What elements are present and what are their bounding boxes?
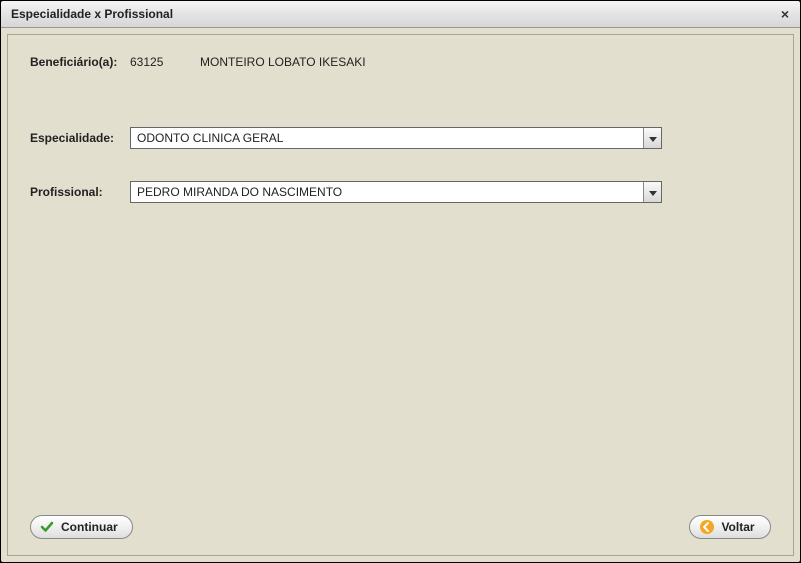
especialidade-dropdown-button[interactable] xyxy=(643,128,661,148)
continuar-button[interactable]: Continuar xyxy=(30,515,133,539)
profissional-row: Profissional: PEDRO MIRANDA DO NASCIMENT… xyxy=(30,181,771,203)
especialidade-label: Especialidade: xyxy=(30,131,130,145)
close-button[interactable]: × xyxy=(777,6,793,22)
beneficiario-name: MONTEIRO LOBATO IKESAKI xyxy=(200,55,366,69)
profissional-value: PEDRO MIRANDA DO NASCIMENTO xyxy=(131,182,643,202)
especialidade-value: ODONTO CLINICA GERAL xyxy=(131,128,643,148)
profissional-dropdown-button[interactable] xyxy=(643,182,661,202)
voltar-button[interactable]: Voltar xyxy=(689,515,771,539)
footer: Continuar Voltar xyxy=(30,507,771,541)
titlebar: Especialidade x Profissional × xyxy=(1,1,800,28)
check-icon xyxy=(39,519,55,535)
voltar-label: Voltar xyxy=(721,520,754,534)
content-panel: Beneficiário(a): 63125 MONTEIRO LOBATO I… xyxy=(7,34,794,556)
chevron-down-icon xyxy=(649,183,657,201)
window-title: Especialidade x Profissional xyxy=(11,7,173,21)
beneficiario-label: Beneficiário(a): xyxy=(30,55,130,69)
beneficiario-id: 63125 xyxy=(130,55,200,69)
close-icon: × xyxy=(781,6,789,22)
back-arrow-icon xyxy=(699,519,715,535)
chevron-down-icon xyxy=(649,129,657,147)
dialog: Especialidade x Profissional × Beneficiá… xyxy=(0,0,801,563)
continuar-label: Continuar xyxy=(61,520,118,534)
beneficiario-row: Beneficiário(a): 63125 MONTEIRO LOBATO I… xyxy=(30,55,771,69)
profissional-combobox[interactable]: PEDRO MIRANDA DO NASCIMENTO xyxy=(130,181,662,203)
profissional-label: Profissional: xyxy=(30,185,130,199)
especialidade-row: Especialidade: ODONTO CLINICA GERAL xyxy=(30,127,771,149)
especialidade-combobox[interactable]: ODONTO CLINICA GERAL xyxy=(130,127,662,149)
